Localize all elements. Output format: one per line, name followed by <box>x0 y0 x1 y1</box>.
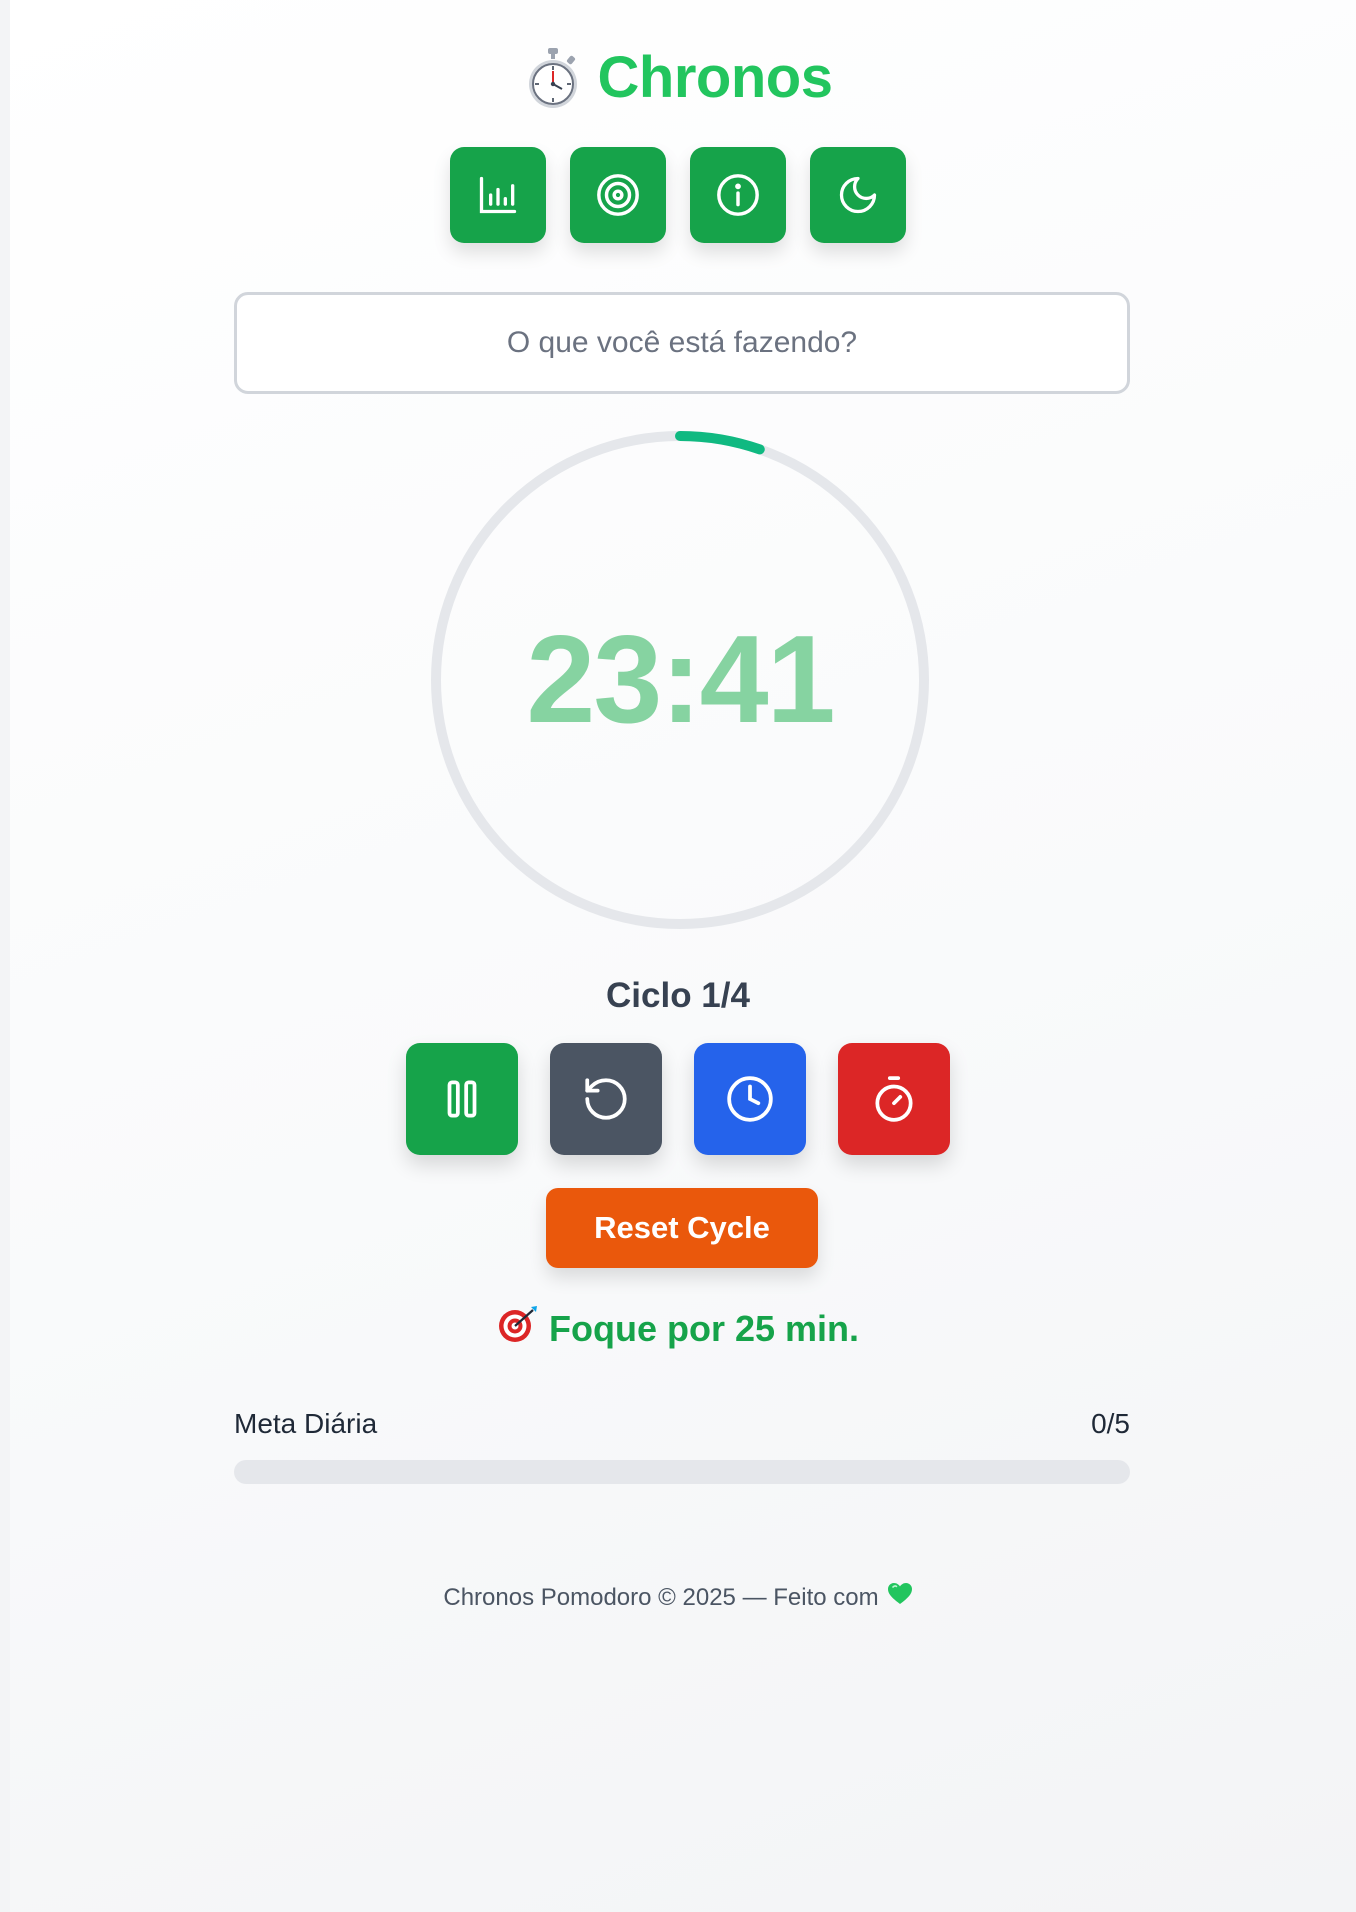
reset-timer-button[interactable] <box>550 1043 662 1155</box>
moon-icon <box>839 176 877 214</box>
info-icon <box>717 174 759 216</box>
stats-button[interactable] <box>450 147 546 243</box>
app-header: Chronos <box>0 44 1356 111</box>
cycle-label: Ciclo 1/4 <box>606 976 750 1015</box>
focus-message: Foque por 25 min. <box>0 1304 1356 1353</box>
footer: Chronos Pomodoro © 2025 — Feito com <box>0 1582 1356 1613</box>
footer-text: Chronos Pomodoro © 2025 — Feito com <box>443 1583 879 1611</box>
app-title: Chronos <box>597 45 833 110</box>
target-icon <box>597 174 639 216</box>
daily-goal-label: Meta Diária <box>234 1408 378 1439</box>
timer-controls <box>0 1043 1356 1155</box>
pause-button[interactable] <box>406 1043 518 1155</box>
bar-chart-icon <box>479 176 517 214</box>
timer-icon <box>875 1076 913 1122</box>
info-button[interactable] <box>690 147 786 243</box>
daily-goal-row: Meta Diária 0/5 <box>234 1408 1130 1440</box>
goal-button[interactable] <box>570 147 666 243</box>
clock-button[interactable] <box>694 1043 806 1155</box>
focus-text: Foque por 25 min. <box>548 1307 860 1349</box>
daily-goal-progress-bar <box>234 1460 1130 1484</box>
reset-cycle-button[interactable]: Reset Cycle <box>546 1188 818 1268</box>
timer-display: 23:41 <box>430 430 930 930</box>
green-heart-icon <box>887 1582 913 1613</box>
theme-toggle-button[interactable] <box>810 147 906 243</box>
pause-icon <box>447 1080 477 1118</box>
stopwatch-icon <box>524 46 582 110</box>
task-input[interactable] <box>234 292 1130 394</box>
clock-icon <box>727 1076 773 1122</box>
dart-target-icon <box>497 1304 539 1353</box>
daily-goal-count: 0/5 <box>1091 1408 1130 1439</box>
timer-button[interactable] <box>838 1043 950 1155</box>
reset-icon <box>585 1078 627 1120</box>
app-container: Chronos O que você está fazendo? 23:41 C… <box>0 0 1356 1912</box>
top-toolbar <box>0 147 1356 243</box>
timer-time: 23:41 <box>526 611 835 749</box>
